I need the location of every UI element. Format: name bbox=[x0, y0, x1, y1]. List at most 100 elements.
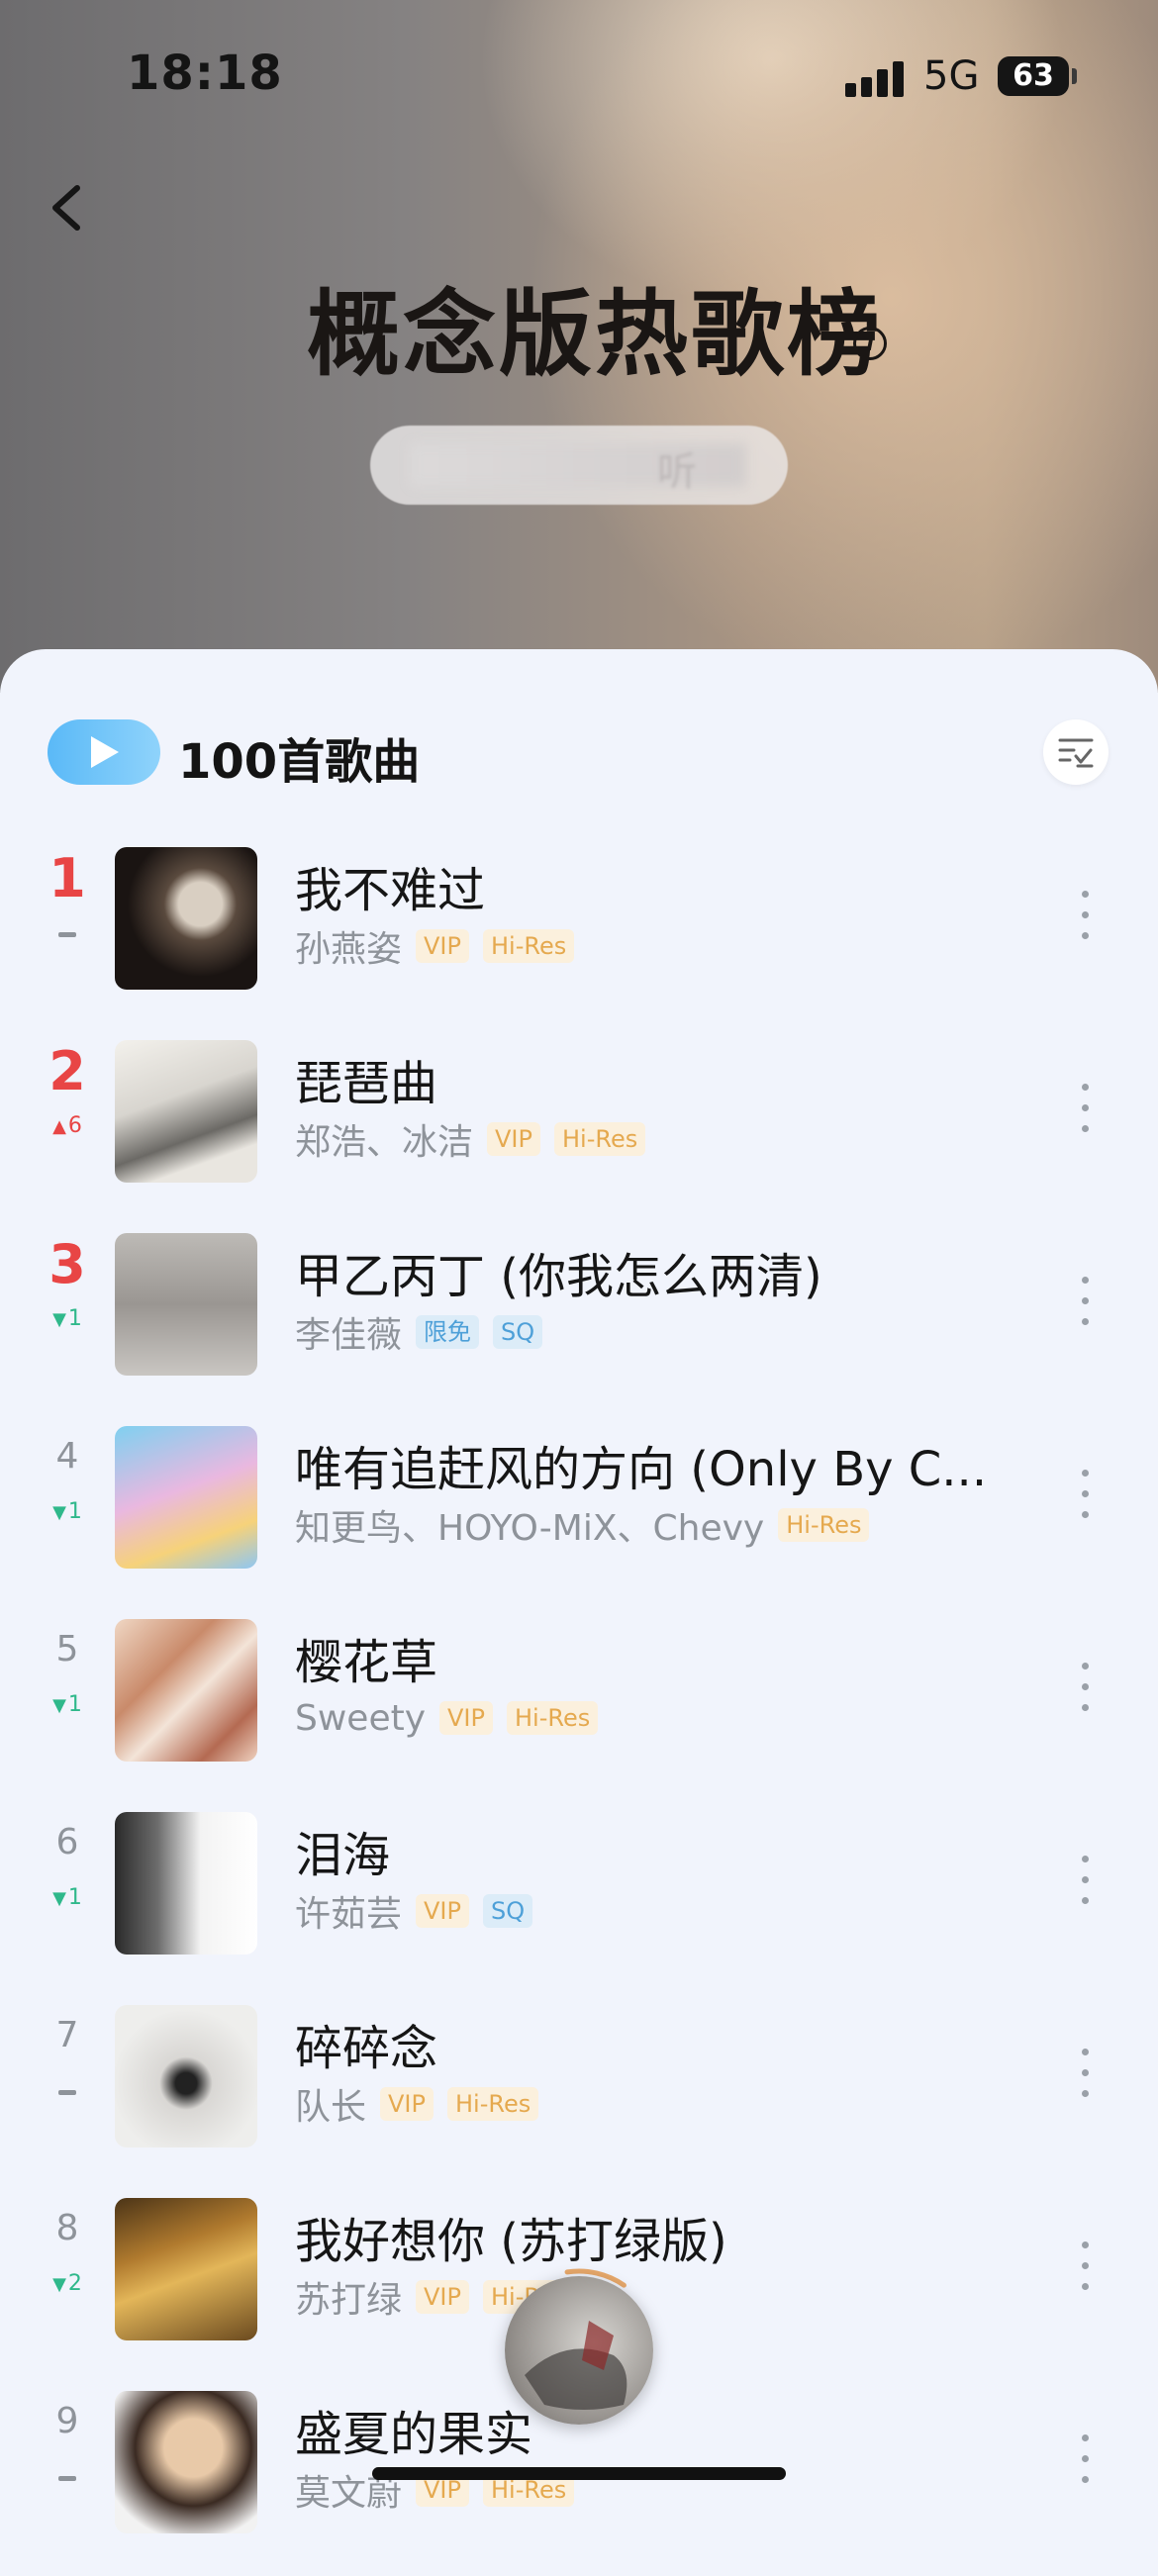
more-options-button[interactable] bbox=[1067, 1271, 1103, 1330]
more-options-button[interactable] bbox=[1067, 1464, 1103, 1523]
more-dot-icon bbox=[1082, 1663, 1089, 1670]
song-meta: 队长 VIP Hi-Res bbox=[295, 2082, 552, 2128]
trend-value: 1 bbox=[67, 1692, 82, 1717]
blurred-listen-button[interactable]: 听 bbox=[370, 426, 788, 505]
more-options-button[interactable] bbox=[1067, 1850, 1103, 1909]
rank-trend-same bbox=[40, 918, 95, 948]
more-dot-icon bbox=[1082, 911, 1089, 918]
album-cover[interactable] bbox=[115, 1040, 257, 1183]
hires-badge: Hi-Res bbox=[553, 1122, 646, 1156]
album-cover[interactable] bbox=[115, 1233, 257, 1376]
more-dot-icon bbox=[1082, 2242, 1089, 2248]
album-cover[interactable] bbox=[115, 2005, 257, 2147]
album-cover[interactable] bbox=[115, 1426, 257, 1569]
song-title: 甲乙丙丁 (你我怎么两清) bbox=[295, 1249, 822, 1304]
more-dot-icon bbox=[1082, 1511, 1089, 1518]
more-dot-icon bbox=[1082, 2283, 1089, 2290]
rank-trend-down: ▼1 bbox=[40, 1690, 95, 1720]
more-options-button[interactable] bbox=[1067, 2429, 1103, 2488]
album-cover[interactable] bbox=[115, 1619, 257, 1762]
song-title: 我好想你 (苏打绿版) bbox=[295, 2214, 727, 2269]
song-row[interactable]: 6 ▼1 泪海许茹芸 VIP SQ bbox=[0, 1804, 1158, 1997]
play-icon bbox=[91, 736, 119, 768]
song-artist: Sweety bbox=[295, 1697, 427, 1739]
page-title: 概念版热歌榜 bbox=[307, 281, 884, 389]
song-count: 100首歌曲 bbox=[178, 734, 421, 790]
song-meta: 许茹芸 VIP SQ bbox=[295, 1889, 546, 1935]
rank-trend-down: ▼2 bbox=[40, 2269, 95, 2299]
more-dot-icon bbox=[1082, 1125, 1089, 1132]
vip-badge: VIP bbox=[416, 2280, 469, 2314]
hires-badge: Hi-Res bbox=[506, 1701, 599, 1735]
trend-value: 6 bbox=[67, 1113, 82, 1138]
more-options-button[interactable] bbox=[1067, 1657, 1103, 1716]
more-dot-icon bbox=[1082, 1318, 1089, 1325]
trend-down-icon: ▼ bbox=[52, 1309, 66, 1330]
more-dot-icon bbox=[1082, 1897, 1089, 1904]
song-row[interactable]: 7 碎碎念 队长 VIP Hi-Res bbox=[0, 1997, 1158, 2190]
more-dot-icon bbox=[1082, 2069, 1089, 2076]
album-cover[interactable] bbox=[115, 1812, 257, 1955]
more-dot-icon bbox=[1082, 1470, 1089, 1477]
song-artist: 孙燕姿 bbox=[295, 929, 403, 970]
signal-icon bbox=[845, 59, 907, 97]
vip-badge: VIP bbox=[416, 929, 469, 963]
song-rank: 6 bbox=[55, 1822, 79, 1862]
album-cover[interactable] bbox=[115, 847, 257, 990]
song-title: 唯有追赶风的方向 (Only By C... bbox=[295, 1442, 988, 1497]
song-artist: 知更鸟、HOYO-MiX、Chevy bbox=[295, 1508, 765, 1549]
album-cover[interactable] bbox=[115, 2198, 257, 2340]
info-icon[interactable]: i bbox=[853, 327, 887, 360]
song-title: 泪海 bbox=[295, 1828, 391, 1883]
song-artist: 队长 bbox=[295, 2087, 367, 2128]
more-dot-icon bbox=[1082, 891, 1089, 898]
sq-badge: SQ bbox=[482, 1894, 533, 1928]
song-meta: 孙燕姿 VIP Hi-Res bbox=[295, 924, 588, 970]
battery-tip bbox=[1072, 68, 1077, 84]
mini-player-album[interactable] bbox=[505, 2276, 653, 2425]
rank-trend-same bbox=[40, 2462, 95, 2492]
more-options-button[interactable] bbox=[1067, 2043, 1103, 2102]
status-time: 18:18 bbox=[127, 46, 283, 101]
rank-trend-same bbox=[40, 2076, 95, 2106]
hires-badge: Hi-Res bbox=[446, 2087, 539, 2121]
more-dot-icon bbox=[1082, 1297, 1089, 1304]
song-rank: 5 bbox=[55, 1629, 79, 1670]
more-options-button[interactable] bbox=[1067, 2236, 1103, 2295]
home-indicator bbox=[372, 2467, 786, 2480]
song-meta: 李佳薇 限免 SQ bbox=[295, 1310, 556, 1356]
album-cover[interactable] bbox=[115, 2391, 257, 2533]
sort-button[interactable] bbox=[1043, 719, 1109, 785]
more-dot-icon bbox=[1082, 2476, 1089, 2483]
song-row[interactable]: 1 我不难过 孙燕姿 VIP Hi-Res bbox=[0, 839, 1158, 1032]
song-row[interactable]: 3 ▼1 甲乙丙丁 (你我怎么两清) 李佳薇 限免 SQ bbox=[0, 1225, 1158, 1418]
more-options-button[interactable] bbox=[1067, 1078, 1103, 1137]
song-meta: Sweety VIP Hi-Res bbox=[295, 1696, 612, 1740]
hires-badge: Hi-Res bbox=[482, 929, 575, 963]
status-bar: 18:18 5G 63 bbox=[0, 0, 1158, 148]
song-row[interactable]: 2 ▲6 琵琶曲 郑浩、冰洁 VIP Hi-Res bbox=[0, 1032, 1158, 1225]
more-dot-icon bbox=[1082, 1490, 1089, 1497]
hires-badge: Hi-Res bbox=[778, 1508, 870, 1542]
back-button[interactable] bbox=[30, 168, 109, 247]
song-row[interactable]: 5 ▼1 樱花草 Sweety VIP Hi-Res bbox=[0, 1611, 1158, 1804]
more-options-button[interactable] bbox=[1067, 885, 1103, 944]
song-title: 琵琶曲 bbox=[295, 1056, 438, 1111]
blurred-button-label: 听 bbox=[657, 449, 697, 495]
song-row[interactable]: 4 ▼1 唯有追赶风的方向 (Only By C... 知更鸟、HOYO-MiX、Ch… bbox=[0, 1418, 1158, 1611]
song-rank: 7 bbox=[55, 2015, 79, 2055]
vip-badge: VIP bbox=[416, 1894, 469, 1928]
more-dot-icon bbox=[1082, 2090, 1089, 2097]
trend-value: 1 bbox=[67, 1499, 82, 1524]
rank-trend-up: ▲6 bbox=[40, 1111, 95, 1141]
trend-value: 1 bbox=[67, 1885, 82, 1910]
song-rank: 3 bbox=[48, 1233, 86, 1295]
sq-badge: SQ bbox=[493, 1315, 543, 1349]
more-dot-icon bbox=[1082, 2455, 1089, 2462]
trend-down-icon: ▼ bbox=[52, 1888, 66, 1909]
battery-icon: 63 bbox=[998, 56, 1069, 96]
song-artist: 许茹芸 bbox=[295, 1894, 403, 1935]
song-artist: 郑浩、冰洁 bbox=[295, 1122, 474, 1163]
play-all-button[interactable] bbox=[48, 719, 160, 785]
more-dot-icon bbox=[1082, 2049, 1089, 2055]
